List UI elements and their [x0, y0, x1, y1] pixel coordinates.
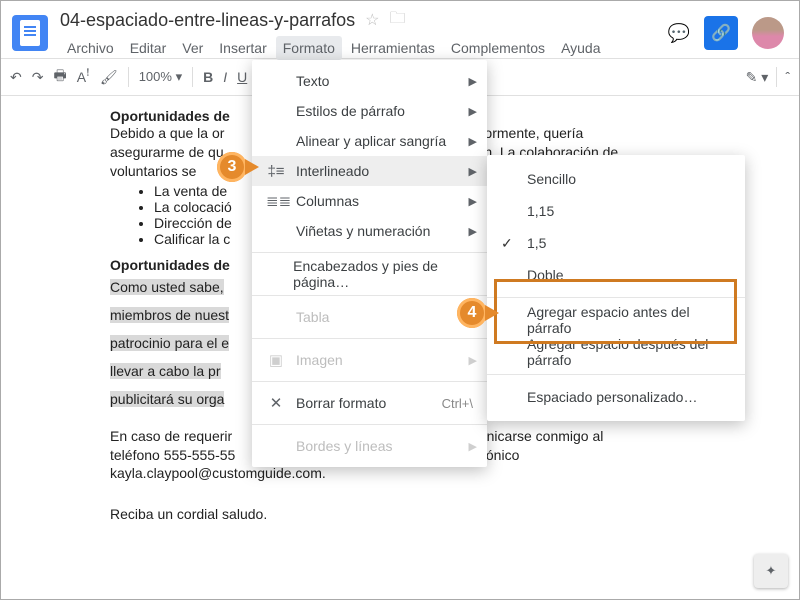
bold-button[interactable]: B [203, 69, 213, 85]
underline-button[interactable]: U [237, 69, 247, 85]
hide-menus-icon[interactable]: ˆ [785, 69, 790, 85]
menu-item-bullets[interactable]: Viñetas y numeración▶ [252, 216, 487, 246]
callout-4: 4 [457, 298, 487, 328]
menu-item-image: ▣Imagen▶ [252, 345, 487, 375]
image-icon: ▣ [266, 351, 286, 369]
editing-mode-button[interactable]: ✎ ▾ [746, 69, 769, 86]
menu-item-table: Tabla▶ [252, 302, 487, 332]
paint-format-icon[interactable]: 🖌 [100, 69, 118, 86]
spacing-single[interactable]: Sencillo [487, 163, 745, 195]
selected-text: publicitará su orga [110, 391, 224, 407]
menu-editar[interactable]: Editar [123, 36, 174, 60]
star-icon[interactable]: ☆ [365, 10, 379, 30]
callout-3: 3 [217, 152, 247, 182]
menu-item-borders: Bordes y líneas▶ [252, 431, 487, 461]
menu-item-align[interactable]: Alinear y aplicar sangría▶ [252, 126, 487, 156]
spacing-add-before[interactable]: Agregar espacio antes del párrafo [487, 304, 745, 336]
body-text: ormente, quería [484, 125, 583, 141]
line-spacing-icon: ‡≡ [266, 163, 286, 180]
document-title[interactable]: 04-espaciado-entre-lineas-y-parrafos [60, 10, 355, 31]
menu-archivo[interactable]: Archivo [60, 36, 121, 60]
clear-format-icon: ✕ [266, 394, 286, 412]
menu-item-text[interactable]: Texto▶ [252, 66, 487, 96]
menu-item-line-spacing[interactable]: ‡≡Interlineado▶ [252, 156, 487, 186]
columns-icon: ≣≣ [266, 192, 286, 210]
callout-4-arrow [485, 305, 499, 321]
spacing-1-15[interactable]: 1,15 [487, 195, 745, 227]
check-icon: ✓ [501, 235, 513, 252]
menubar: Archivo Editar Ver Insertar Formato Herr… [60, 36, 668, 60]
redo-icon[interactable]: ↷ [32, 69, 44, 86]
selected-text: patrocinio para el e [110, 335, 229, 351]
menu-herramientas[interactable]: Herramientas [344, 36, 442, 60]
menu-complementos[interactable]: Complementos [444, 36, 552, 60]
folder-icon[interactable]: 🗀 [390, 7, 406, 34]
undo-icon[interactable]: ↶ [10, 69, 22, 86]
menu-item-headers[interactable]: Encabezados y pies de página… [252, 259, 487, 289]
body-text: teléfono 555-555-55 [110, 447, 235, 463]
selected-text: llevar a cabo la pr [110, 363, 221, 379]
spacing-custom[interactable]: Espaciado personalizado… [487, 381, 745, 413]
docs-logo[interactable] [12, 15, 48, 51]
body-text: En caso de requerir [110, 428, 232, 444]
body-text: asegurarme de qu [110, 144, 224, 160]
spellcheck-icon[interactable]: Aꜝ [77, 69, 90, 85]
spacing-add-after[interactable]: Agregar espacio después del párrafo [487, 336, 745, 368]
line-spacing-submenu: Sencillo 1,15 ✓1,5 Doble Agregar espacio… [487, 155, 745, 421]
menu-ayuda[interactable]: Ayuda [554, 36, 607, 60]
menu-ver[interactable]: Ver [175, 36, 210, 60]
body-text: kayla.claypool@customguide.com. [110, 464, 670, 483]
share-button[interactable]: 🔗 [704, 16, 738, 50]
menu-insertar[interactable]: Insertar [212, 36, 273, 60]
body-text: Debido a que la or [110, 125, 224, 141]
format-menu: Texto▶ Estilos de párrafo▶ Alinear y apl… [252, 60, 487, 467]
body-text: Reciba un cordial saludo. [110, 505, 670, 524]
italic-button[interactable]: I [223, 69, 227, 85]
avatar[interactable] [752, 17, 784, 49]
callout-3-arrow [245, 159, 259, 175]
selected-text: Como usted sabe, [110, 279, 224, 295]
menu-item-paragraph-styles[interactable]: Estilos de párrafo▶ [252, 96, 487, 126]
spacing-1-5[interactable]: ✓1,5 [487, 227, 745, 259]
body-text: municarse conmigo al [467, 428, 603, 444]
comments-icon[interactable]: 💬 [668, 23, 690, 44]
menu-item-clear-format[interactable]: ✕Borrar formatoCtrl+\ [252, 388, 487, 418]
explore-button[interactable]: ✦ [754, 554, 788, 588]
spacing-double[interactable]: Doble [487, 259, 745, 291]
menu-item-columns[interactable]: ≣≣Columnas▶ [252, 186, 487, 216]
zoom-select[interactable]: 100% ▾ [139, 69, 182, 85]
selected-text: miembros de nuest [110, 307, 229, 323]
print-icon[interactable]: 🖶 [53, 65, 66, 89]
menu-formato[interactable]: Formato [276, 36, 342, 60]
